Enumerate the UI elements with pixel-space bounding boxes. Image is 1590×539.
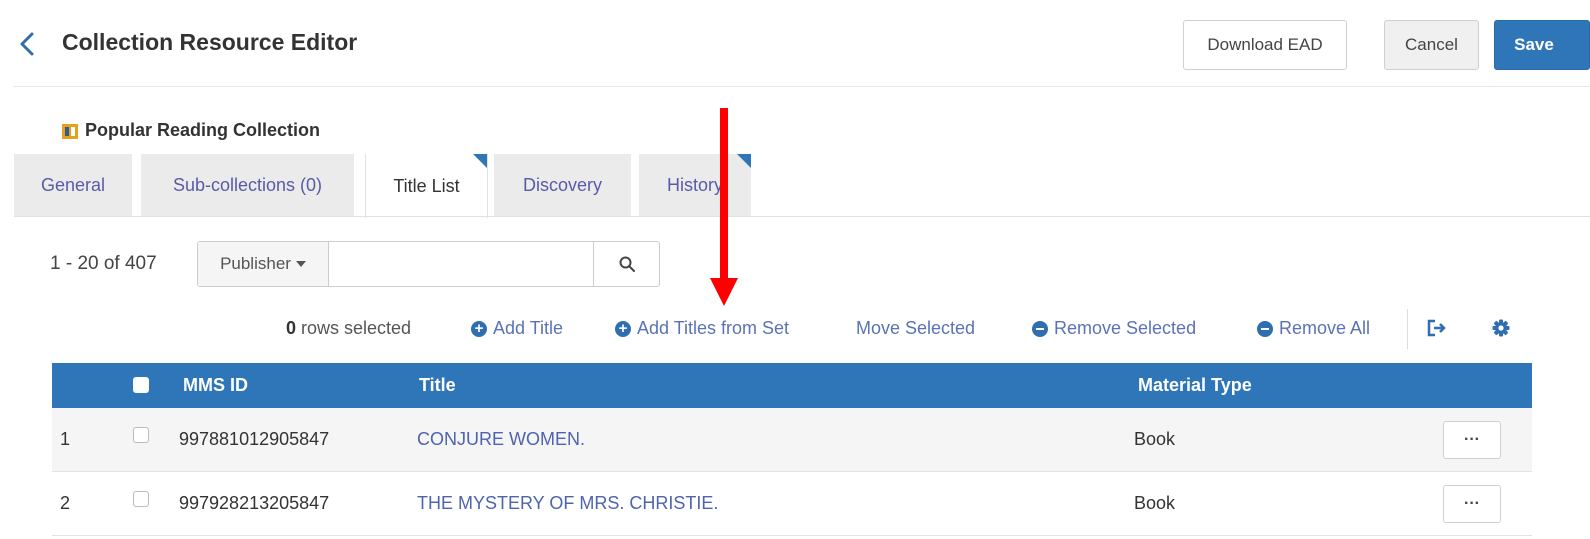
plus-circle-icon: +: [615, 320, 631, 337]
search-icon: [619, 256, 635, 272]
title-link[interactable]: CONJURE WOMEN.: [417, 408, 585, 471]
remove-all-label: Remove All: [1279, 318, 1371, 338]
tab-label: Discovery: [522, 174, 602, 195]
tab-label: Sub-collections (0): [172, 174, 323, 195]
table-row: 2 997928213205847 THE MYSTERY OF MRS. CH…: [52, 472, 1532, 536]
collection-icon: [62, 124, 78, 139]
remove-all-button[interactable]: Remove All: [1257, 318, 1370, 339]
search-bar: Publisher: [197, 241, 660, 287]
remove-selected-button[interactable]: Remove Selected: [1032, 318, 1196, 339]
column-header-mms-id[interactable]: MMS ID: [183, 363, 248, 408]
tab-corner-marker: [473, 154, 487, 168]
rows-selected-count: 0: [286, 318, 297, 338]
download-ead-button[interactable]: Download EAD: [1183, 20, 1347, 70]
toolbar-divider: [1407, 309, 1408, 349]
minus-circle-icon: [1032, 320, 1048, 337]
search-scope-dropdown[interactable]: Publisher: [198, 242, 329, 286]
caret-down-icon: [295, 261, 306, 267]
rows-selected-label: rows selected: [301, 318, 412, 338]
plus-circle-icon: +: [471, 320, 487, 337]
move-selected-button[interactable]: Move Selected: [856, 318, 975, 339]
material-type-cell: Book: [1134, 493, 1176, 513]
add-title-button[interactable]: + Add Title: [471, 318, 563, 339]
tabs-divider: [14, 216, 1590, 217]
mms-id-cell: 997881012905847: [179, 429, 330, 449]
more-icon: ···: [1464, 431, 1480, 448]
row-index: 1: [60, 429, 71, 449]
row-actions-button[interactable]: ···: [1443, 421, 1501, 459]
table-row: 1 997881012905847 CONJURE WOMEN. Book ··…: [52, 408, 1532, 472]
export-icon[interactable]: [1426, 318, 1448, 338]
tab-general[interactable]: General: [14, 154, 132, 216]
select-all-checkbox[interactable]: [133, 377, 149, 393]
mms-id-cell: 997928213205847: [179, 493, 330, 513]
search-button[interactable]: [593, 242, 659, 286]
table-header: MMS ID Title Material Type: [52, 363, 1532, 408]
tab-label: Title List: [393, 175, 460, 196]
search-scope-label: Publisher: [220, 254, 291, 273]
row-actions-button[interactable]: ···: [1443, 485, 1501, 523]
rows-selected-status: 0 rows selected: [286, 318, 411, 339]
gear-icon[interactable]: [1492, 319, 1510, 337]
row-checkbox[interactable]: [133, 491, 149, 507]
tab-label: General: [40, 174, 106, 195]
row-index: 2: [60, 493, 71, 513]
column-header-title[interactable]: Title: [419, 363, 456, 408]
annotation-arrow-icon: [710, 108, 738, 306]
page-title: Collection Resource Editor: [62, 29, 358, 55]
column-header-material-type[interactable]: Material Type: [1138, 363, 1252, 408]
header-divider: [14, 86, 1590, 87]
save-button[interactable]: Save: [1494, 20, 1590, 70]
minus-circle-icon: [1257, 320, 1273, 337]
search-input[interactable]: [329, 242, 593, 286]
title-link[interactable]: THE MYSTERY OF MRS. CHRISTIE.: [417, 472, 718, 535]
more-icon: ···: [1464, 495, 1480, 512]
remove-selected-label: Remove Selected: [1054, 318, 1197, 338]
cancel-button[interactable]: Cancel: [1384, 20, 1479, 70]
result-count: 1 - 20 of 407: [50, 253, 157, 274]
collection-title: Popular Reading Collection: [85, 120, 321, 140]
add-titles-from-set-label: Add Titles from Set: [637, 318, 790, 338]
tab-sub-collections[interactable]: Sub-collections (0): [141, 154, 354, 216]
tab-title-list[interactable]: Title List: [365, 154, 488, 218]
tab-discovery[interactable]: Discovery: [494, 154, 631, 216]
add-title-label: Add Title: [493, 318, 564, 338]
back-arrow-icon[interactable]: [14, 26, 42, 62]
move-selected-label: Move Selected: [856, 318, 976, 338]
row-checkbox[interactable]: [133, 427, 149, 443]
material-type-cell: Book: [1134, 429, 1176, 449]
add-titles-from-set-button[interactable]: + Add Titles from Set: [615, 318, 789, 339]
